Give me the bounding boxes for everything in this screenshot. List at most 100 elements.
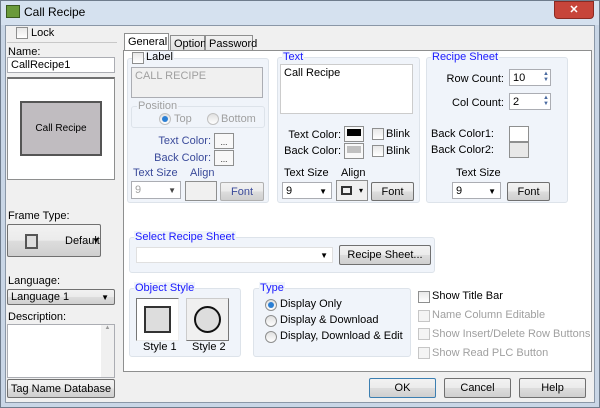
position-top-radio[interactable] [159,113,171,125]
type-display-only-label: Display Only [280,298,342,310]
text-font-button[interactable]: Font [371,182,414,201]
preview-call-recipe-button: Call Recipe [20,101,102,156]
tab-password[interactable]: Password [205,35,257,51]
label-text-size-label: Text Size [133,167,178,179]
text-color-swatch [347,129,361,136]
description-label: Description: [8,311,67,323]
recipe-sheet-title: Recipe Sheet [431,51,500,63]
text-color-blink-checkbox[interactable] [372,128,384,140]
lock-checkbox[interactable] [16,27,28,39]
style2-label: Style 2 [192,341,226,353]
label-text-area[interactable]: CALL RECIPE [131,67,263,98]
tag-name-database-button[interactable]: Tag Name Database [7,379,115,398]
window-title: Call Recipe [24,5,86,19]
chevron-down-icon: ▾ [359,186,364,195]
recipe-font-button[interactable]: Font [507,182,550,201]
chevron-down-icon: ▼ [488,187,496,196]
name-column-editable-checkbox[interactable] [418,310,430,322]
chevron-down-icon: ▼ [92,236,100,245]
cancel-button[interactable]: Cancel [444,378,511,398]
style1-label: Style 1 [143,341,177,353]
divider [7,42,117,43]
object-style-title: Object Style [134,282,196,294]
show-title-bar-checkbox[interactable] [418,291,430,303]
language-label: Language: [8,275,60,287]
row-count-spinner[interactable]: 10 ▲ ▼ [509,69,551,86]
language-select[interactable]: Language 1 ▼ [7,289,115,305]
recipe-sheet-button[interactable]: Recipe Sheet... [339,245,431,265]
type-display-download-edit-label: Display, Download & Edit [280,330,403,342]
back-color-blink-label: Blink [386,145,410,157]
back-color-button[interactable] [344,143,364,159]
type-display-download-edit-radio[interactable] [265,331,277,343]
show-insert-delete-checkbox[interactable] [418,328,430,340]
back-color-blink-checkbox[interactable] [372,145,384,157]
spinner-arrows-icon[interactable]: ▲ ▼ [543,71,549,83]
chevron-down-icon: ▼ [319,187,327,196]
label-text-size-select[interactable]: 9 ▼ [131,181,181,199]
row-count-label: Row Count: [446,73,504,85]
back-color1-label: Back Color1: [431,128,494,140]
back-color-swatch [347,146,361,153]
recipe-text-size-select[interactable]: 9 ▼ [452,182,501,199]
tab-option[interactable]: Option [170,35,206,51]
close-button[interactable]: ✕ [554,1,594,19]
label-align-button[interactable] [185,181,217,201]
name-input[interactable]: CallRecipe1 [7,57,115,73]
col-count-label: Col Count: [452,97,504,109]
type-display-download-label: Display & Download [280,314,379,326]
text-group-title: Text [282,51,305,63]
text-color-label: Text Color: [288,129,341,141]
tab-general[interactable]: General [124,33,169,51]
text-color-button[interactable] [344,126,364,142]
label-back-color-button[interactable]: ... [214,150,234,166]
align-center-icon [341,186,352,195]
show-title-bar-label: Show Title Bar [432,290,503,302]
label-checkbox-label: Label [145,51,174,63]
app-icon [6,5,20,18]
align-button[interactable]: ▾ [336,180,368,201]
type-display-download-radio[interactable] [265,315,277,327]
frame-type-dropdown[interactable]: Default ▼ [7,224,101,257]
align-label: Align [341,167,366,179]
row-count-value: 10 [513,72,526,84]
col-count-spinner[interactable]: 2 ▲ ▼ [509,93,551,110]
description-textarea[interactable] [7,324,115,378]
spinner-arrows-icon[interactable]: ▲ ▼ [543,95,549,107]
recipe-sheet-select[interactable]: ▼ [136,247,333,263]
label-text-color-button[interactable]: ... [214,133,234,149]
ok-button[interactable]: OK [369,378,436,398]
label-align-label: Align [190,167,215,179]
position-bottom-radio[interactable] [207,113,219,125]
description-scrollbar[interactable]: ▲ [101,325,114,377]
style1-option[interactable] [136,298,179,341]
recipe-text-size-value: 9 [456,185,463,197]
lock-label: Lock [31,27,55,39]
type-title: Type [259,282,285,294]
chevron-down-icon: ▼ [101,293,109,302]
style2-option[interactable] [186,298,229,341]
help-button[interactable]: Help [519,378,586,398]
label-back-color-label: Back Color: [154,152,211,164]
label-checkbox[interactable] [132,52,144,64]
type-display-only-radio[interactable] [265,299,277,311]
back-color1-button[interactable] [509,126,529,142]
chevron-down-icon: ▼ [168,186,176,195]
label-font-button[interactable]: Font [220,182,264,201]
back-color2-label: Back Color2: [431,144,494,156]
position-label: Position [137,100,179,112]
text-size-select[interactable]: 9 ▼ [282,182,332,199]
text-textarea[interactable]: Call Recipe [280,64,413,114]
recipe-text-size-label: Text Size [456,167,501,179]
square-icon [144,306,171,333]
show-read-plc-checkbox[interactable] [418,347,430,359]
back-color2-button[interactable] [509,142,529,158]
title-bar [1,1,599,25]
position-top-label: Top [174,113,192,125]
col-count-value: 2 [513,96,520,108]
show-read-plc-label: Show Read PLC Button [432,347,549,359]
name-column-editable-label: Name Column Editable [432,309,546,321]
position-bottom-label: Bottom [221,113,256,125]
language-value: Language 1 [11,291,70,303]
chevron-down-icon: ▼ [320,251,328,260]
